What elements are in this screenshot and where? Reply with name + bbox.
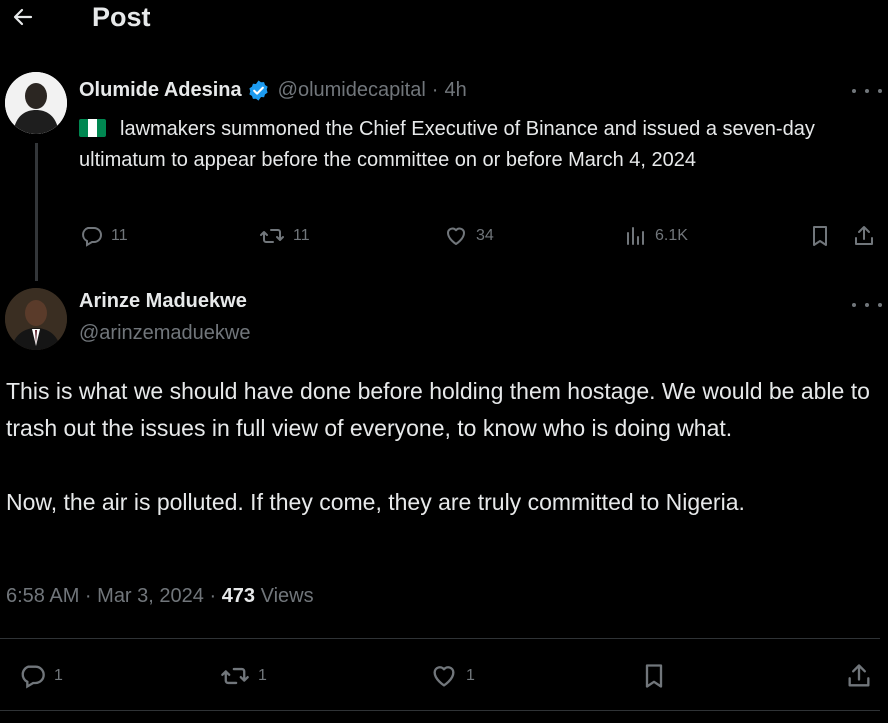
more-options-button[interactable]	[852, 298, 882, 312]
author-handle[interactable]: @olumidecapital	[278, 79, 426, 102]
post-time[interactable]: 4h	[444, 79, 466, 102]
share-button[interactable]	[845, 662, 873, 690]
separator-dot: ·	[431, 79, 439, 101]
divider	[0, 638, 880, 639]
repost-icon	[221, 667, 249, 685]
nigeria-flag-icon	[79, 119, 106, 137]
more-options-button[interactable]	[852, 84, 882, 98]
author-name[interactable]: Olumide Adesina	[79, 79, 242, 102]
repost-count: 11	[293, 227, 310, 244]
like-count: 1	[466, 667, 475, 684]
reply-count: 11	[111, 227, 128, 244]
bookmark-icon	[645, 664, 663, 688]
bookmark-icon	[813, 226, 827, 246]
post-meta: 6:58 AM · Mar 3, 2024 · 473 Views	[6, 585, 314, 608]
verified-badge-icon	[247, 79, 270, 102]
quoted-post-header: Olumide Adesina @olumidecapital · 4h	[79, 79, 467, 102]
repost-count: 1	[258, 667, 267, 684]
repost-button[interactable]: 1	[220, 662, 267, 690]
main-author-name[interactable]: Arinze Maduekwe	[79, 290, 247, 313]
views-count: 473	[221, 585, 256, 607]
thread-line	[35, 143, 38, 281]
avatar-arinze[interactable]	[5, 288, 67, 350]
share-icon	[855, 226, 873, 245]
main-post-text: This is what we should have done before …	[6, 378, 870, 515]
reply-button[interactable]: 11	[79, 224, 128, 248]
view-count: 6.1K	[655, 227, 688, 244]
like-button[interactable]: 34	[444, 224, 494, 248]
share-icon	[848, 664, 870, 687]
like-button[interactable]: 1	[430, 662, 475, 690]
reply-icon	[82, 227, 102, 247]
main-author-handle[interactable]: @arinzemaduekwe	[79, 322, 251, 345]
page-title: Post	[92, 2, 151, 32]
repost-icon	[260, 229, 284, 243]
views-label: Views	[260, 585, 314, 607]
views-chart-icon	[627, 227, 644, 245]
divider	[0, 710, 880, 711]
back-button[interactable]	[8, 2, 38, 32]
quoted-post-body: lawmakers summoned the Chief Executive o…	[79, 118, 815, 171]
avatar-olumide[interactable]	[5, 72, 67, 134]
repost-button[interactable]: 11	[259, 224, 310, 248]
share-button[interactable]	[852, 224, 876, 248]
reply-icon	[21, 665, 45, 689]
heart-icon	[433, 666, 455, 687]
quoted-post-text: lawmakers summoned the Chief Executive o…	[79, 114, 879, 176]
reply-button[interactable]: 1	[18, 662, 63, 690]
heart-icon	[447, 227, 465, 245]
like-count: 34	[476, 227, 494, 244]
post-timestamp[interactable]: 6:58 AM · Mar 3, 2024	[6, 585, 204, 607]
views-button[interactable]: 6.1K	[625, 224, 688, 248]
bookmark-button[interactable]	[640, 662, 668, 690]
reply-count: 1	[54, 667, 63, 684]
separator-dot: ·	[209, 585, 217, 607]
bookmark-button[interactable]	[808, 224, 832, 248]
arrow-left-icon	[13, 8, 33, 26]
